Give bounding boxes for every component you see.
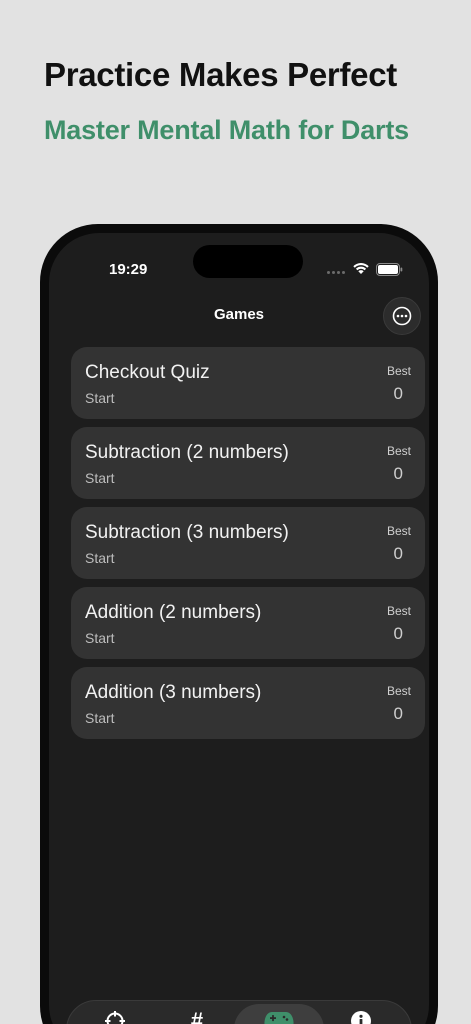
wifi-icon xyxy=(353,263,369,274)
best-score-label: Best xyxy=(386,604,411,618)
game-title: Addition (3 numbers) xyxy=(85,682,262,703)
best-score-label: Best xyxy=(386,364,411,378)
best-score-label: Best xyxy=(386,444,411,458)
nav-title: Games xyxy=(213,306,265,323)
best-score-label: Best xyxy=(386,524,411,538)
game-card-addition-2[interactable]: Addition (2 numbers) Start Best 0 xyxy=(71,587,425,659)
game-title: Checkout Quiz xyxy=(85,362,210,383)
tab-bar: # xyxy=(66,1000,412,1024)
tab-numbers[interactable]: # xyxy=(152,1004,242,1024)
game-title: Subtraction (3 numbers) xyxy=(85,522,289,543)
hash-icon: # xyxy=(190,1008,204,1024)
game-card-subtraction-3[interactable]: Subtraction (3 numbers) Start Best 0 xyxy=(71,507,425,579)
tab-games[interactable] xyxy=(234,1004,324,1024)
phone-frame: 19:29 Games Checkout Quiz Start Best 0 S… xyxy=(40,224,438,1024)
status-time: 19:29 xyxy=(109,261,148,278)
best-score-value: 0 xyxy=(393,384,403,403)
game-start-label: Start xyxy=(85,470,115,486)
best-score-value: 0 xyxy=(393,464,403,483)
game-card-checkout-quiz[interactable]: Checkout Quiz Start Best 0 xyxy=(71,347,425,419)
cellular-signal-icon xyxy=(327,271,345,274)
game-title: Addition (2 numbers) xyxy=(85,602,262,623)
game-card-addition-3[interactable]: Addition (3 numbers) Start Best 0 xyxy=(71,667,425,739)
phone-screen: 19:29 Games Checkout Quiz Start Best 0 S… xyxy=(49,233,429,1024)
info-icon xyxy=(351,1011,371,1024)
game-start-label: Start xyxy=(85,710,115,726)
ellipsis-circle-icon xyxy=(392,306,412,326)
crosshair-icon xyxy=(105,1011,125,1024)
game-start-label: Start xyxy=(85,390,115,406)
battery-icon xyxy=(376,263,403,276)
game-start-label: Start xyxy=(85,550,115,566)
more-options-button[interactable] xyxy=(383,297,421,335)
best-score-value: 0 xyxy=(393,544,403,563)
game-card-subtraction-2[interactable]: Subtraction (2 numbers) Start Best 0 xyxy=(71,427,425,499)
promo-subheadline: Master Mental Math for Darts xyxy=(44,115,409,145)
promo-headline: Practice Makes Perfect xyxy=(44,56,397,93)
game-title: Subtraction (2 numbers) xyxy=(85,442,289,463)
game-start-label: Start xyxy=(85,630,115,646)
best-score-label: Best xyxy=(386,684,411,698)
dynamic-island xyxy=(193,245,303,278)
games-list: Checkout Quiz Start Best 0 Subtraction (… xyxy=(71,347,425,747)
best-score-value: 0 xyxy=(393,704,403,723)
gamecontroller-icon xyxy=(264,1012,294,1024)
tab-practice[interactable] xyxy=(70,1004,160,1024)
best-score-value: 0 xyxy=(393,624,403,643)
tab-info[interactable] xyxy=(316,1004,406,1024)
